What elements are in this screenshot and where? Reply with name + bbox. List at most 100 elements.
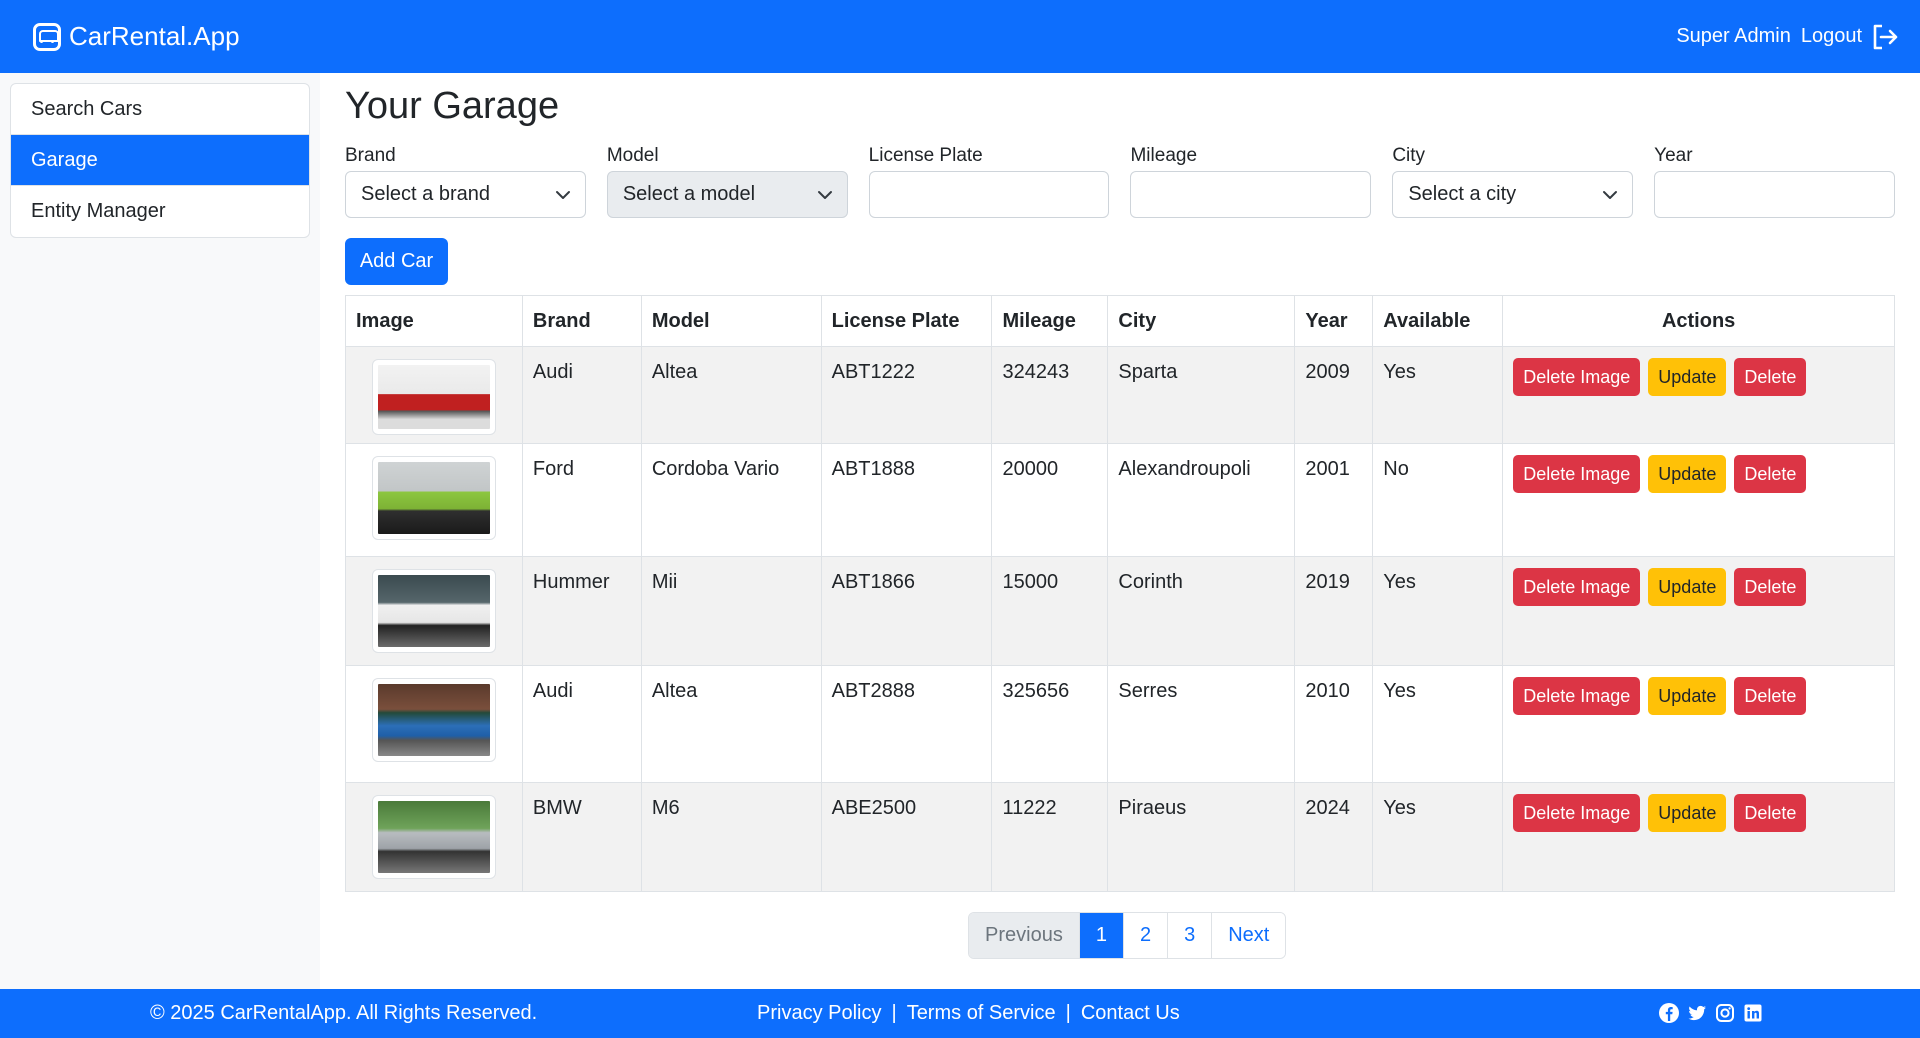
- delete-image-button[interactable]: Delete Image: [1513, 455, 1641, 493]
- model-filter: Model Select a model: [606, 143, 848, 218]
- actions-cell: Delete Image Update Delete: [1502, 665, 1895, 783]
- year-cell: 2024: [1294, 782, 1374, 892]
- brand-select[interactable]: Select a brand: [345, 171, 586, 218]
- model-select[interactable]: Select a model: [606, 171, 848, 218]
- column-header: City: [1107, 295, 1296, 347]
- model-cell: M6: [640, 782, 822, 892]
- delete-image-button[interactable]: Delete Image: [1513, 677, 1641, 715]
- car-image: [377, 801, 490, 873]
- brand-cell: BMW: [521, 782, 642, 892]
- pagination-page-1[interactable]: 1: [1079, 913, 1124, 958]
- car-thumbnail[interactable]: [371, 359, 496, 435]
- image-cell: [345, 346, 523, 444]
- social-links: [1658, 1002, 1764, 1024]
- city-cell: Alexandroupoli: [1107, 443, 1296, 557]
- update-button[interactable]: Update: [1648, 358, 1727, 396]
- instagram-icon[interactable]: [1714, 1002, 1736, 1024]
- brand-label: Brand: [345, 145, 396, 166]
- table-header-row: Image Brand Model License Plate Mileage …: [345, 295, 1895, 347]
- contact-us-link[interactable]: Contact Us: [1081, 1002, 1180, 1025]
- car-thumbnail[interactable]: [371, 795, 496, 879]
- delete-button[interactable]: Delete: [1734, 677, 1807, 715]
- year-label: Year: [1654, 145, 1693, 166]
- year-filter: Year: [1654, 143, 1895, 218]
- linkedin-icon[interactable]: [1742, 1002, 1764, 1024]
- brand-select-value: Select a brand: [361, 183, 490, 205]
- car-icon: [33, 22, 61, 51]
- page-title: Your Garage: [345, 85, 560, 127]
- logout-link[interactable]: Logout: [1801, 25, 1862, 48]
- top-navbar: CarRental.App Super Admin Logout: [0, 0, 1920, 73]
- copyright-text: © 2025 CarRentalApp. All Rights Reserved…: [150, 1002, 538, 1024]
- city-cell: Serres: [1107, 665, 1296, 783]
- twitter-icon[interactable]: [1686, 1002, 1708, 1024]
- column-header: Image: [345, 295, 523, 347]
- license-plate-input[interactable]: [868, 171, 1110, 218]
- delete-image-button[interactable]: Delete Image: [1513, 794, 1641, 832]
- app-name: CarRental.App: [69, 21, 240, 51]
- privacy-policy-link[interactable]: Privacy Policy: [757, 1002, 881, 1025]
- table-row: Ford Cordoba Vario ABT1888 20000 Alexandroup…: [345, 443, 1895, 557]
- available-cell: Yes: [1372, 346, 1504, 444]
- logout-icon[interactable]: [1872, 24, 1900, 50]
- column-header: Actions: [1502, 295, 1895, 347]
- app-brand[interactable]: CarRental.App: [33, 21, 240, 52]
- update-button[interactable]: Update: [1648, 568, 1727, 606]
- available-cell: Yes: [1372, 665, 1504, 783]
- chevron-down-icon: [817, 190, 832, 199]
- pagination-page-3[interactable]: 3: [1168, 913, 1213, 958]
- city-filter: City Select a city: [1392, 143, 1634, 218]
- available-cell: Yes: [1372, 782, 1504, 892]
- car-thumbnail[interactable]: [371, 569, 496, 653]
- delete-button[interactable]: Delete: [1734, 568, 1807, 606]
- available-cell: No: [1372, 443, 1504, 557]
- model-label: Model: [606, 145, 659, 166]
- car-thumbnail[interactable]: [371, 456, 496, 540]
- table-row: Hummer Mii ABT1866 15000 Corinth 2019 Yes Delet…: [345, 556, 1895, 666]
- mileage-cell: 15000: [991, 556, 1109, 666]
- mileage-input[interactable]: [1130, 171, 1372, 218]
- car-image: [377, 684, 490, 756]
- facebook-icon[interactable]: [1658, 1002, 1680, 1024]
- cars-table: Image Brand Model License Plate Mileage …: [345, 295, 1895, 892]
- available-cell: Yes: [1372, 556, 1504, 666]
- delete-button[interactable]: Delete: [1734, 455, 1807, 493]
- city-select-value: Select a city: [1408, 183, 1517, 205]
- actions-cell: Delete Image Update Delete: [1502, 443, 1895, 557]
- pagination-previous[interactable]: Previous: [969, 913, 1080, 958]
- city-select[interactable]: Select a city: [1392, 171, 1634, 218]
- table-row: Audi Altea ABT1222 324243 Sparta 2009 Yes Delet…: [345, 346, 1895, 444]
- car-thumbnail[interactable]: [371, 678, 496, 762]
- table-row: Audi Altea ABT2888 325656 Serres 2010 Yes Delet…: [345, 665, 1895, 783]
- column-header: Brand: [521, 295, 642, 347]
- delete-image-button[interactable]: Delete Image: [1513, 358, 1641, 396]
- terms-of-service-link[interactable]: Terms of Service: [907, 1002, 1056, 1025]
- car-image: [377, 462, 490, 534]
- license-plate-cell: ABT1866: [820, 556, 993, 666]
- pagination-next[interactable]: Next: [1212, 913, 1286, 958]
- filter-bar: Brand Select a brand Model Select a mode…: [345, 143, 1895, 218]
- column-header: Year: [1294, 295, 1374, 347]
- image-cell: [345, 782, 523, 892]
- pagination-page-2[interactable]: 2: [1123, 913, 1169, 958]
- delete-button[interactable]: Delete: [1734, 794, 1807, 832]
- delete-button[interactable]: Delete: [1734, 358, 1807, 396]
- update-button[interactable]: Update: [1648, 677, 1727, 715]
- image-cell: [345, 443, 523, 557]
- update-button[interactable]: Update: [1648, 455, 1727, 493]
- update-button[interactable]: Update: [1648, 794, 1727, 832]
- brand-filter: Brand Select a brand: [345, 143, 586, 218]
- image-cell: [345, 665, 523, 783]
- pagination: Previous 1 2 3 Next: [968, 912, 1287, 959]
- sidebar-item-garage[interactable]: Garage: [11, 135, 309, 186]
- model-select-value: Select a model: [622, 183, 756, 205]
- city-cell: Piraeus: [1107, 782, 1296, 892]
- delete-image-button[interactable]: Delete Image: [1513, 568, 1641, 606]
- year-input[interactable]: [1654, 171, 1895, 218]
- sidebar-item-entity-manager[interactable]: Entity Manager: [11, 186, 309, 237]
- brand-cell: Audi: [521, 346, 642, 444]
- actions-cell: Delete Image Update Delete: [1502, 782, 1895, 892]
- add-car-button[interactable]: Add Car: [345, 238, 448, 285]
- link-separator: |: [891, 1002, 897, 1024]
- sidebar-item-search-cars[interactable]: Search Cars: [11, 84, 309, 135]
